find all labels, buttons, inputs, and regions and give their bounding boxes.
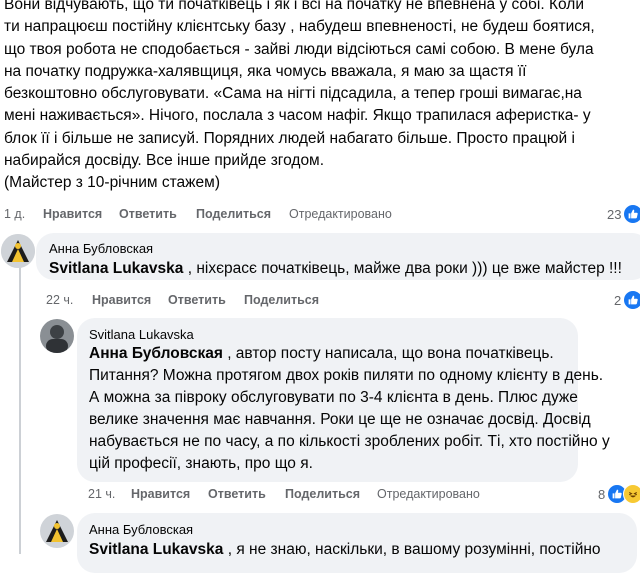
avatar[interactable]	[40, 514, 74, 548]
reply-button[interactable]: Ответить	[119, 207, 177, 221]
top-comment-text: Вони відчувають, що ти початківець і як …	[0, 0, 630, 195]
reaction-count: 8	[598, 486, 606, 502]
comment-line: набирайся досвіду. Все інше прийде згодо…	[4, 152, 325, 170]
edited-label[interactable]: Отредактировано	[289, 207, 392, 221]
reaction-summary[interactable]: 8	[598, 484, 640, 504]
edited-label[interactable]: Отредактировано	[377, 487, 480, 501]
reply-button[interactable]: Ответить	[168, 293, 226, 307]
reply1-actions: 22 ч. Нравится Ответить Поделиться	[0, 293, 640, 309]
timestamp[interactable]: 1 д.	[4, 207, 25, 221]
comment-line: Вони відчувають, що ти початківець і як …	[4, 0, 584, 13]
comment-line: мені наживається». Нічого, послала з час…	[4, 107, 591, 125]
reply-bubble: Svitlana Lukavska Анна Бубловская , авто…	[77, 318, 610, 482]
author-name[interactable]: Анна Бубловская	[49, 241, 153, 256]
haha-reaction-icon	[623, 484, 640, 504]
reaction-summary[interactable]: 23	[607, 204, 640, 224]
share-button[interactable]: Поделиться	[196, 207, 271, 221]
reply2-actions: 21 ч. Нравится Ответить Поделиться Отред…	[0, 487, 640, 503]
comment-line: безкоштовно обслуговувати. «Сама на нігт…	[4, 85, 582, 103]
reaction-count: 2	[614, 292, 622, 308]
comment-line: (Майстер з 10-річним стажем)	[4, 174, 220, 192]
reply-text: Анна Бубловская , автор посту написала, …	[89, 343, 610, 475]
comment-line: блок її і більше не записуй. Порядних лю…	[4, 129, 575, 147]
top-comment-actions: 1 д. Нравится Ответить Поделиться Отреда…	[0, 207, 640, 223]
reply-body: , я не знаю, наскільки, в вашому розумін…	[223, 541, 601, 558]
reply-bubble: Анна Бубловская Svitlana Lukavska , ніхє…	[36, 233, 640, 280]
share-button[interactable]: Поделиться	[285, 487, 360, 501]
comment-line: на початку подружка-халявщиця, яка чомус…	[4, 62, 527, 80]
comment-line: ти напрацюєш постійну клієнтську базу , …	[4, 18, 595, 36]
reply-line: А можна за півроку обслуговувати по 3-4 …	[89, 389, 578, 406]
avatar[interactable]	[40, 319, 74, 353]
reaction-count: 23	[607, 206, 622, 222]
avatar[interactable]	[1, 234, 35, 268]
author-name[interactable]: Анна Бубловская	[89, 522, 193, 537]
comment-line: що твоя робота не сподобається - зайві л…	[4, 40, 594, 58]
mention-link[interactable]: Svitlana Lukavska	[89, 541, 223, 558]
like-button[interactable]: Нравится	[43, 207, 102, 221]
reply-line: Питання? Можна протягом двох років пилят…	[89, 367, 604, 384]
share-button[interactable]: Поделиться	[244, 293, 319, 307]
like-button[interactable]: Нравится	[92, 293, 151, 307]
reply-line: набувається не по часу, а по кількості з…	[89, 433, 610, 450]
reply-body: , автор посту написала, що вона початків…	[222, 345, 554, 362]
mention-link[interactable]: Анна Бубловская	[89, 345, 223, 362]
like-reaction-icon	[623, 204, 640, 224]
reply-bubble: Анна Бубловская Svitlana Lukavska , я не…	[77, 513, 637, 573]
reply-body: , ніхєрасє початківець, майже два роки )…	[183, 260, 622, 277]
timestamp[interactable]: 22 ч.	[46, 293, 73, 307]
reply-button[interactable]: Ответить	[208, 487, 266, 501]
reply-line: велике значення має навчання. Роки це ще…	[89, 411, 591, 428]
timestamp[interactable]: 21 ч.	[88, 487, 115, 501]
reply-text: Svitlana Lukavska , я не знаю, наскільки…	[89, 539, 601, 561]
reply-text: Svitlana Lukavska , ніхєрасє початківець…	[49, 258, 622, 280]
like-button[interactable]: Нравится	[131, 487, 190, 501]
like-reaction-icon	[623, 290, 640, 310]
reaction-summary[interactable]: 2	[614, 290, 640, 310]
reply-line: цій професії, знають, про що я.	[89, 455, 313, 472]
author-name[interactable]: Svitlana Lukavska	[89, 327, 194, 342]
mention-link[interactable]: Svitlana Lukavska	[49, 260, 183, 277]
